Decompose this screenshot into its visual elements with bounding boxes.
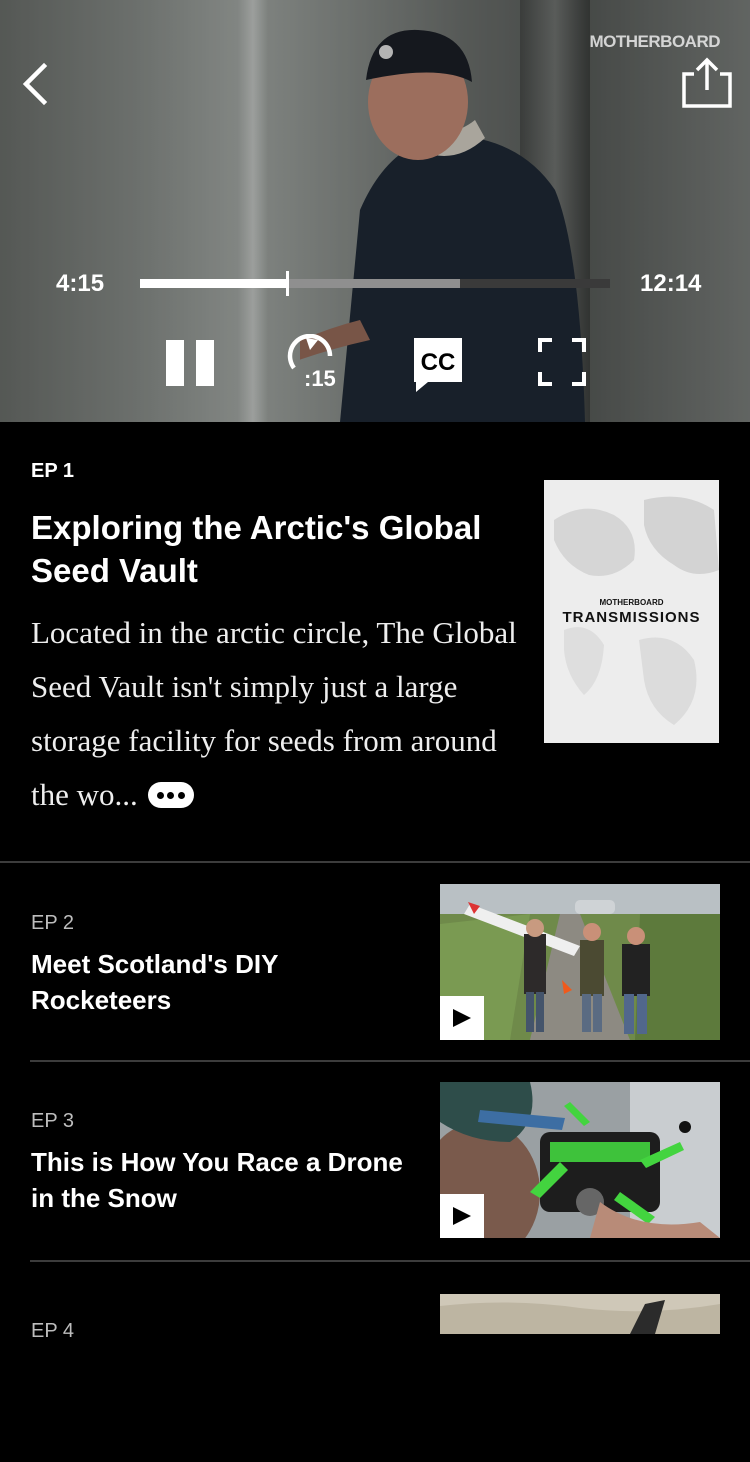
play-icon xyxy=(453,1207,471,1225)
episode-number: EP 2 xyxy=(31,912,74,934)
played-bar xyxy=(140,279,288,288)
series-poster: MOTHERBOARD TRANSMISSIONS xyxy=(544,480,719,743)
player-overlay xyxy=(0,0,750,422)
more-dots-icon xyxy=(156,791,164,799)
closed-captions-button[interactable]: CC xyxy=(410,334,466,392)
episode-description-text: Located in the arctic circle, The Global… xyxy=(31,615,517,812)
poster-title: TRANSMISSIONS xyxy=(562,609,701,626)
more-dot xyxy=(167,791,175,799)
video-player[interactable]: MOTHERBOARD 4:15 12:14 :15 CC xyxy=(0,0,750,422)
more-dot xyxy=(177,791,185,799)
fullscreen-icon xyxy=(538,338,586,386)
episode-thumbnail[interactable] xyxy=(440,1082,720,1238)
rewind-label: :15 xyxy=(304,366,336,391)
back-button[interactable] xyxy=(14,58,62,110)
current-episode: EP 1 Exploring the Arctic's Global Seed … xyxy=(0,422,750,862)
episode-thumbnail[interactable] xyxy=(440,884,720,1040)
more-button[interactable] xyxy=(147,781,194,808)
episode-list-item[interactable]: EP 4 xyxy=(0,1262,750,1462)
duration-time: 12:14 xyxy=(640,270,702,297)
episode-number: EP 1 xyxy=(31,460,74,482)
episode-list-item[interactable]: EP 2 Meet Scotland's DIY Rocketeers xyxy=(0,862,750,1062)
current-time: 4:15 xyxy=(56,270,105,297)
episode-list-item[interactable]: EP 3 This is How You Race a Drone in the… xyxy=(0,1060,750,1262)
episode-number: EP 3 xyxy=(31,1110,74,1132)
episode-title: Exploring the Arctic's Global Seed Vault xyxy=(31,509,482,589)
episode-description: Located in the arctic circle, The Global… xyxy=(31,606,521,822)
brand-watermark: MOTHERBOARD xyxy=(589,32,721,51)
seek-bar[interactable] xyxy=(140,271,610,296)
back-icon xyxy=(22,62,48,106)
pause-button[interactable] xyxy=(162,334,218,390)
pause-icon xyxy=(166,340,184,386)
episode-thumbnail[interactable] xyxy=(440,1294,720,1334)
play-icon xyxy=(453,1009,471,1027)
closed-captions-icon: CC xyxy=(414,338,462,392)
thumbnail-image xyxy=(440,1294,720,1334)
episode-title: Meet Scotland's DIY Rocketeers xyxy=(31,949,278,1015)
episode-title: This is How You Race a Drone in the Snow xyxy=(31,1147,403,1213)
fullscreen-button[interactable] xyxy=(534,334,590,390)
svg-text:CC: CC xyxy=(421,349,456,376)
play-badge[interactable] xyxy=(440,1194,484,1238)
play-badge[interactable] xyxy=(440,996,484,1040)
episode-number: EP 4 xyxy=(31,1320,74,1342)
share-button[interactable] xyxy=(676,56,732,112)
poster-brand: MOTHERBOARD xyxy=(599,598,664,607)
seek-thumb[interactable] xyxy=(286,271,290,296)
pause-icon-bar xyxy=(196,340,214,386)
share-icon xyxy=(682,57,732,108)
